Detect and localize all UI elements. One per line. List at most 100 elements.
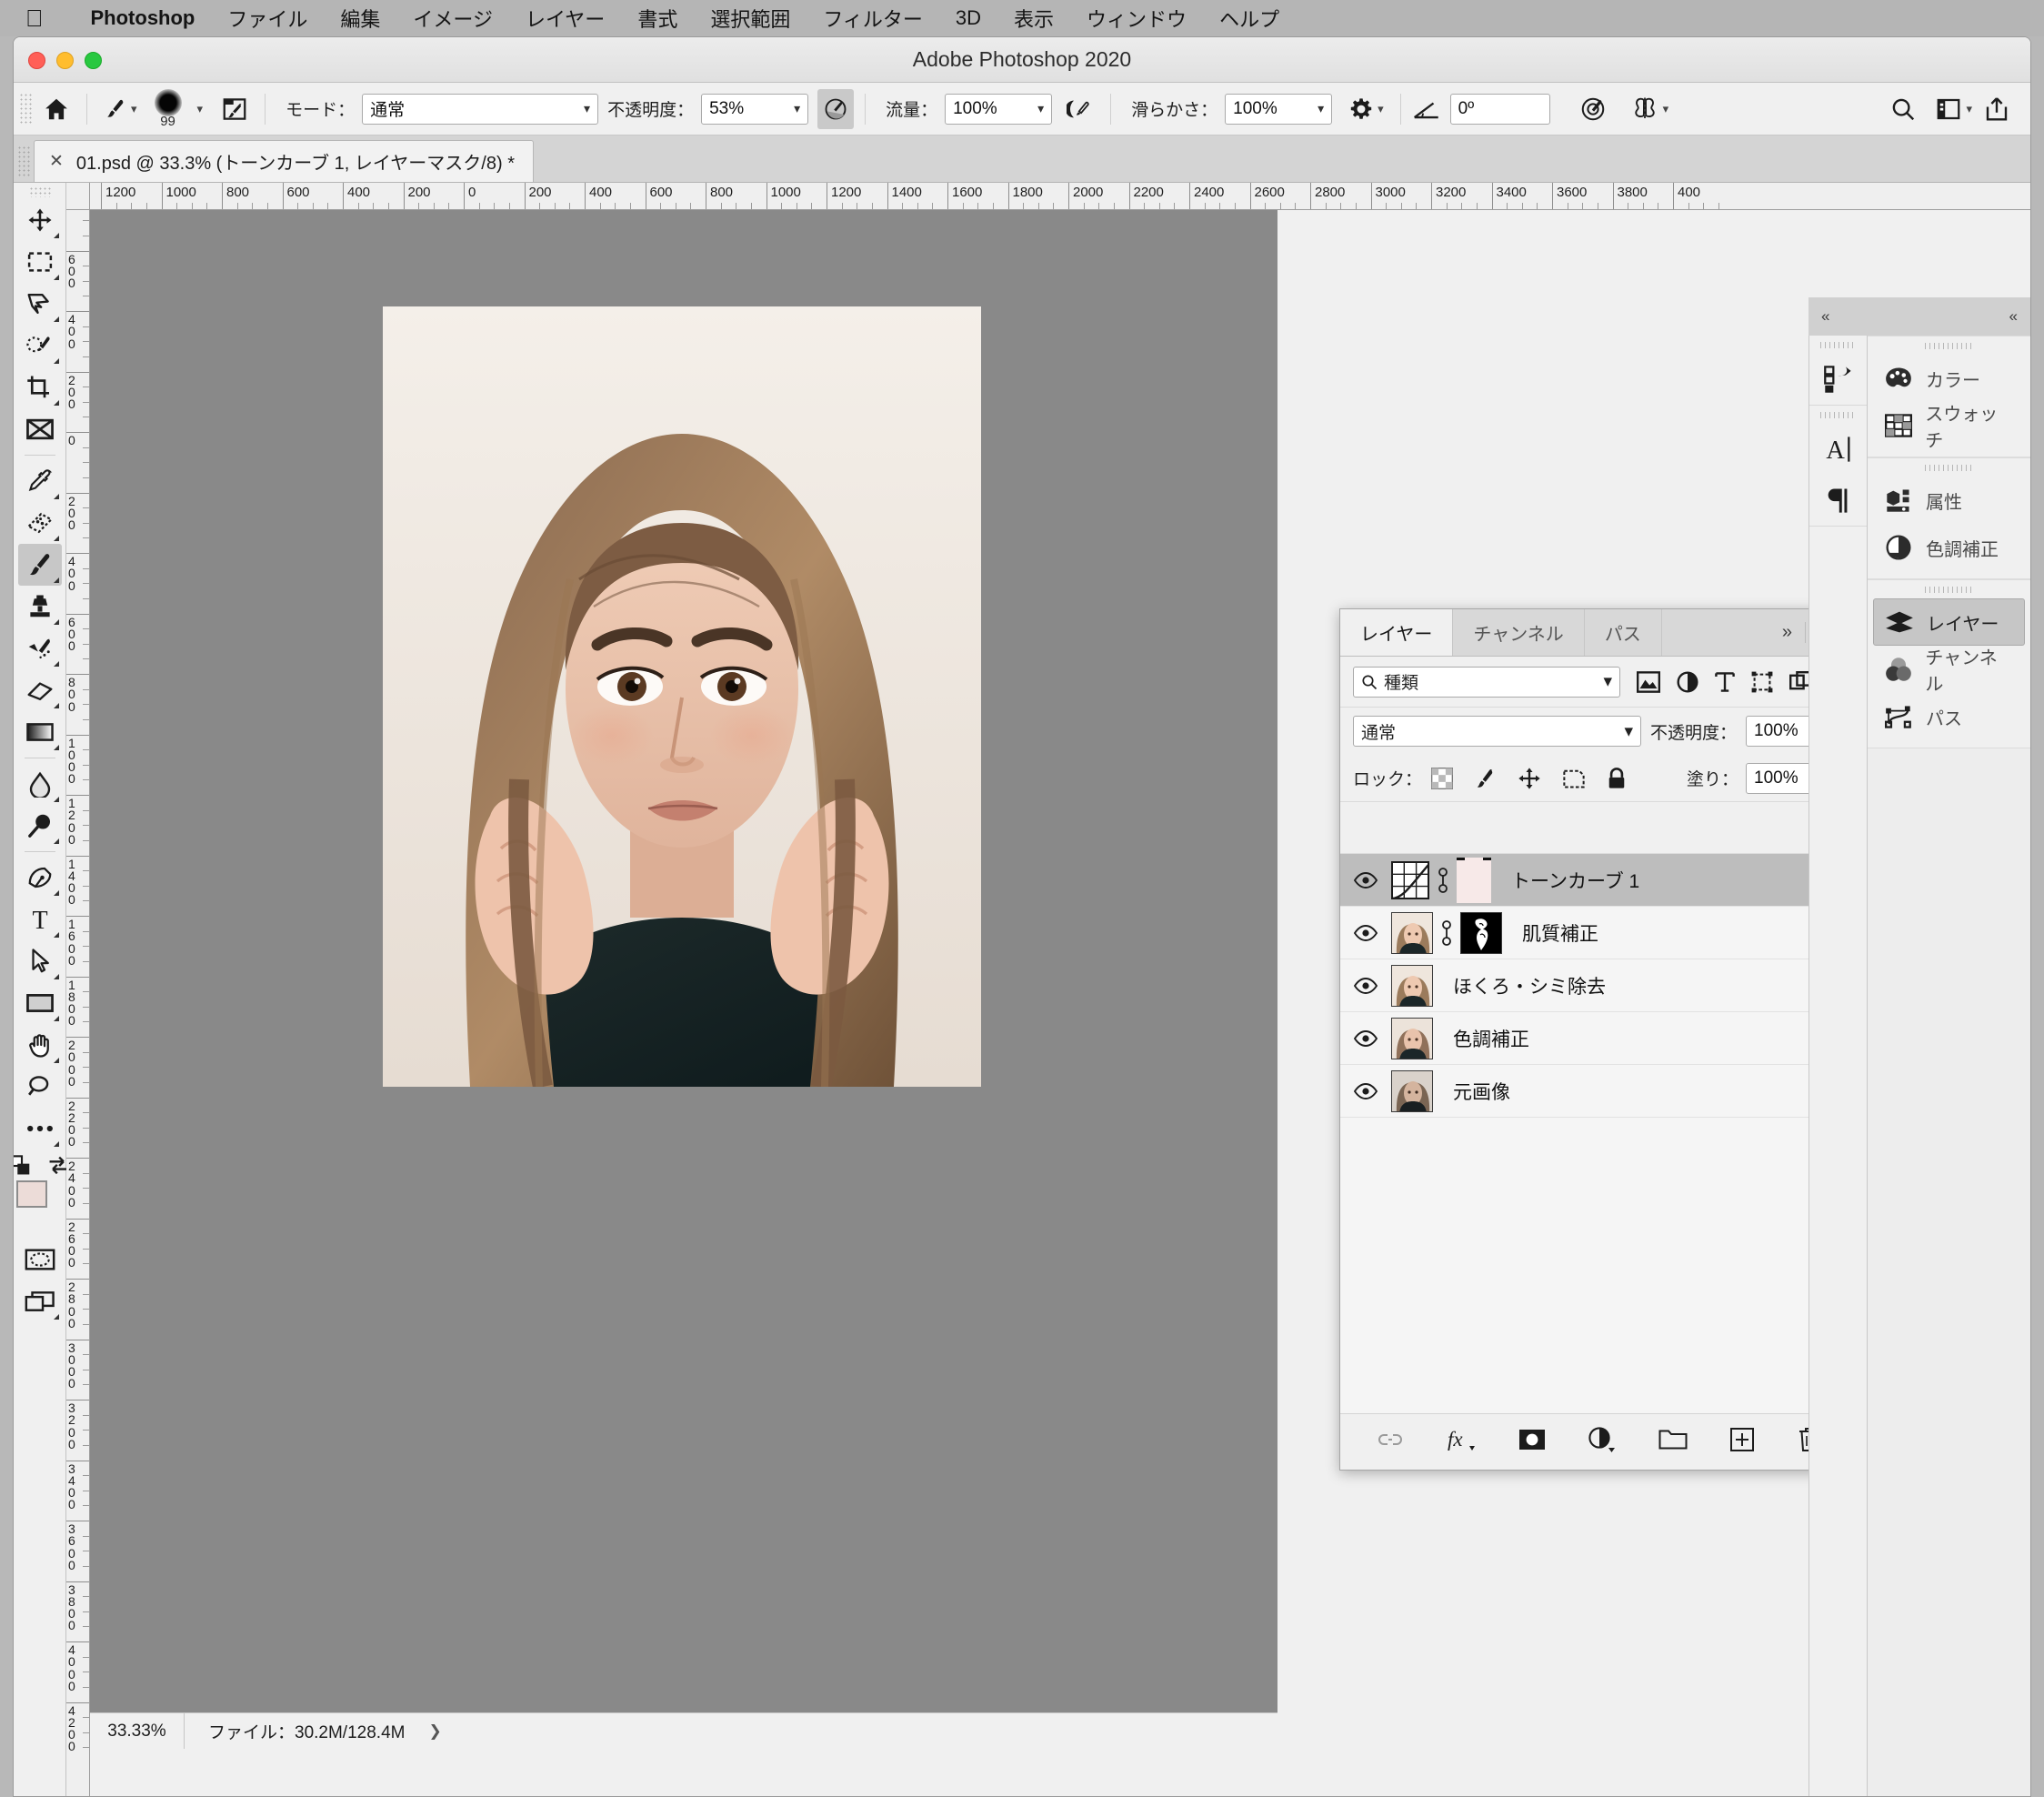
panel-item-channels[interactable]: チャンネル <box>1873 646 2025 695</box>
layer-thumbnails[interactable] <box>1391 1069 1433 1112</box>
table-row[interactable]: 元画像 <box>1340 1065 1859 1118</box>
options-bar-grip[interactable] <box>19 92 32 125</box>
new-layer-button[interactable] <box>1729 1427 1755 1458</box>
flyout-triangle-icon[interactable] <box>53 1141 59 1147</box>
layer-mask-link-icon[interactable] <box>1433 919 1460 947</box>
dock-group-grip[interactable] <box>1868 580 2030 598</box>
flyout-triangle-icon[interactable] <box>53 233 59 238</box>
menu-help[interactable]: ヘルプ <box>1203 4 1296 33</box>
foreground-color-swatch[interactable] <box>15 1180 47 1208</box>
lock-position-icon[interactable] <box>1517 767 1542 790</box>
flyout-triangle-icon[interactable] <box>53 619 59 625</box>
flyout-triangle-icon[interactable] <box>53 400 59 406</box>
lock-image-pixels-icon[interactable] <box>1473 767 1497 790</box>
layer-visibility-toggle[interactable] <box>1340 1029 1391 1047</box>
adjustment-filter-icon[interactable] <box>1677 670 1698 693</box>
apple-logo-icon[interactable]:  <box>25 6 44 30</box>
flyout-triangle-icon[interactable] <box>53 745 59 750</box>
flyout-triangle-icon[interactable] <box>53 838 59 844</box>
flyout-triangle-icon[interactable] <box>53 797 59 802</box>
lock-all-icon[interactable] <box>1606 767 1628 790</box>
pen-tool[interactable] <box>18 857 62 898</box>
portrait-thumb[interactable] <box>1391 1069 1433 1112</box>
layer-visibility-toggle[interactable] <box>1340 977 1391 994</box>
symmetry-button[interactable]: ▾ <box>1625 89 1675 129</box>
zoom-tool[interactable] <box>18 1066 62 1108</box>
new-group-button[interactable] <box>1658 1428 1688 1457</box>
shape-filter-icon[interactable] <box>1751 671 1773 693</box>
flyout-triangle-icon[interactable] <box>53 316 59 322</box>
document-tab[interactable]: ✕ 01.psd @ 33.3% (トーンカーブ 1, レイヤーマスク/8) * <box>34 140 534 182</box>
screen-mode-button[interactable] <box>18 1280 62 1322</box>
gradient-tool[interactable] <box>18 711 62 753</box>
layer-name[interactable]: 肌質補正 <box>1522 919 1598 947</box>
panel-item-layers[interactable]: レイヤー <box>1873 598 2025 646</box>
object-selection-tool[interactable] <box>18 325 62 366</box>
home-button[interactable] <box>37 89 75 129</box>
chevron-down-icon[interactable]: ▾ <box>1663 102 1669 116</box>
layers-list[interactable]: トーンカーブ 1 肌質補正 ほくろ・シミ除去 色調補正 元画像 <box>1340 853 1859 1413</box>
clone-stamp-tool[interactable] <box>18 586 62 627</box>
menu-select[interactable]: 選択範囲 <box>694 4 807 33</box>
share-button[interactable] <box>1978 89 2016 129</box>
brush-size-chevron-down-icon[interactable]: ▾ <box>197 102 204 116</box>
brush-preset-button[interactable]: ▾ <box>98 89 143 129</box>
layer-name[interactable]: ほくろ・シミ除去 <box>1453 972 1606 999</box>
menu-file[interactable]: ファイル <box>211 4 324 33</box>
right-dock-collapse-button[interactable]: « <box>2009 307 2018 326</box>
layer-mask-link-icon[interactable] <box>1429 867 1457 894</box>
dock-group-grip[interactable] <box>1868 458 2030 477</box>
panel-item-adjustments[interactable]: 色調補正 <box>1873 524 2025 571</box>
brush-angle-input[interactable]: 0º <box>1449 93 1550 125</box>
menu-type[interactable]: 書式 <box>621 4 694 33</box>
character-panel-button[interactable]: A <box>1809 424 1868 475</box>
add-layer-mask-button[interactable] <box>1518 1428 1546 1457</box>
panel-item-swatches[interactable]: スウォッチ <box>1873 402 2025 451</box>
menu-layer[interactable]: レイヤー <box>509 4 621 33</box>
table-row[interactable]: 肌質補正 <box>1340 907 1859 959</box>
smoothing-options-button[interactable]: ▾ <box>1343 89 1389 129</box>
layer-thumbnails[interactable] <box>1391 911 1502 954</box>
color-swatches[interactable] <box>15 1180 64 1228</box>
dodge-tool[interactable] <box>18 805 62 847</box>
lock-transparent-pixels-icon[interactable] <box>1431 767 1454 789</box>
eraser-tool[interactable] <box>18 669 62 711</box>
edit-toolbar-button[interactable] <box>18 1108 62 1149</box>
layer-name[interactable]: 元画像 <box>1453 1078 1510 1105</box>
chevron-down-icon[interactable]: ▾ <box>131 102 137 116</box>
layer-visibility-toggle[interactable] <box>1340 871 1391 888</box>
zoom-level[interactable]: 33.33% <box>90 1713 185 1749</box>
flow-input[interactable]: 100% ▾ <box>945 93 1053 125</box>
chevron-right-icon[interactable]: ❯ <box>428 1722 441 1741</box>
blend-mode-select[interactable]: 通常 ▾ <box>362 93 599 125</box>
panel-item-properties[interactable]: 属性 <box>1873 477 2025 524</box>
maximize-window-button[interactable] <box>85 52 102 69</box>
double-chevron-icon[interactable]: » <box>1773 609 1801 656</box>
table-row[interactable]: トーンカーブ 1 <box>1340 854 1859 907</box>
flyout-triangle-icon[interactable] <box>53 974 59 979</box>
hand-tool[interactable] <box>18 1024 62 1066</box>
lasso-tool[interactable] <box>18 283 62 325</box>
airbrush-toggle[interactable] <box>1061 89 1099 129</box>
menu-window[interactable]: ウィンドウ <box>1070 4 1203 33</box>
layer-style-button[interactable]: fx <box>1446 1426 1477 1459</box>
brush-size-button[interactable]: 99 <box>143 88 194 129</box>
chevron-down-icon[interactable]: ▾ <box>1378 102 1384 116</box>
close-icon[interactable]: ✕ <box>49 151 64 172</box>
solid-pink-mask-thumb[interactable] <box>1457 857 1491 903</box>
marquee-tool[interactable] <box>18 241 62 283</box>
tab-paths[interactable]: パス <box>1585 609 1662 656</box>
flyout-triangle-icon[interactable] <box>53 1058 59 1063</box>
flyout-triangle-icon[interactable] <box>53 661 59 667</box>
tab-layers[interactable]: レイヤー <box>1340 609 1454 656</box>
tab-bar-grip[interactable] <box>17 146 32 178</box>
layer-visibility-toggle[interactable] <box>1340 1082 1391 1099</box>
menu-edit[interactable]: 編集 <box>324 4 396 33</box>
frame-tool[interactable] <box>18 408 62 450</box>
flyout-triangle-icon[interactable] <box>53 703 59 708</box>
paragraph-panel-button[interactable] <box>1809 475 1868 526</box>
pixel-filter-icon[interactable] <box>1637 670 1660 693</box>
layer-thumbnails[interactable] <box>1391 1017 1433 1059</box>
layer-blend-mode-select[interactable]: 通常 ▾ <box>1353 716 1641 747</box>
toolbox-grip[interactable] <box>28 186 51 197</box>
